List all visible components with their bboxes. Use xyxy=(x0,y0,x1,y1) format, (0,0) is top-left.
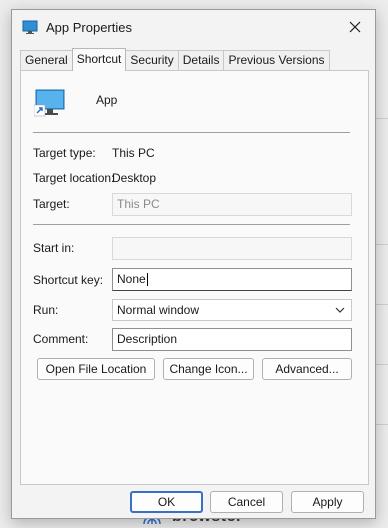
target-location-label: Target location: xyxy=(33,171,115,185)
properties-dialog: App Properties General Shortcut Security… xyxy=(11,9,376,519)
run-select[interactable]: Normal window xyxy=(112,299,352,321)
title-bar[interactable]: App Properties xyxy=(12,10,375,44)
shortcut-key-label: Shortcut key: xyxy=(33,273,104,287)
comment-label: Comment: xyxy=(33,332,89,346)
text-caret xyxy=(146,273,148,287)
target-type-value: This PC xyxy=(112,146,155,160)
monitor-shortcut-icon xyxy=(34,89,65,117)
start-in-field[interactable] xyxy=(112,237,352,260)
advanced-button[interactable]: Advanced... xyxy=(262,358,352,380)
target-location-value: Desktop xyxy=(112,171,157,185)
chevron-down-icon xyxy=(335,307,345,313)
tab-strip: General Shortcut Security Details Previo… xyxy=(20,48,330,71)
apply-button[interactable]: Apply xyxy=(291,491,364,513)
app-properties-icon xyxy=(22,20,38,34)
tab-previous-versions[interactable]: Previous Versions xyxy=(223,50,330,71)
separator xyxy=(33,224,350,225)
shortcut-panel: App Target type: This PC Target location… xyxy=(20,70,369,485)
target-type-label: Target type: xyxy=(33,146,96,160)
comment-field[interactable]: Description xyxy=(112,328,352,351)
close-icon xyxy=(349,21,361,33)
app-name: App xyxy=(96,93,118,107)
open-file-location-button[interactable]: Open File Location xyxy=(37,358,155,380)
run-select-value: Normal window xyxy=(117,303,200,317)
target-label: Target: xyxy=(33,197,70,211)
shortcut-key-value: None xyxy=(117,272,146,286)
close-button[interactable] xyxy=(335,10,375,44)
tab-shortcut[interactable]: Shortcut xyxy=(71,48,127,71)
start-in-label: Start in: xyxy=(33,241,75,255)
shortcut-key-field[interactable]: None xyxy=(112,268,352,291)
window-title: App Properties xyxy=(46,19,132,35)
tab-general[interactable]: General xyxy=(20,50,73,71)
tab-security[interactable]: Security xyxy=(125,50,179,71)
ok-button[interactable]: OK xyxy=(130,491,203,513)
change-icon-button[interactable]: Change Icon... xyxy=(163,358,254,380)
target-field[interactable]: This PC xyxy=(112,193,352,216)
run-label: Run: xyxy=(33,303,59,317)
separator xyxy=(33,132,350,133)
tab-details[interactable]: Details xyxy=(177,50,225,71)
cancel-button[interactable]: Cancel xyxy=(210,491,283,513)
